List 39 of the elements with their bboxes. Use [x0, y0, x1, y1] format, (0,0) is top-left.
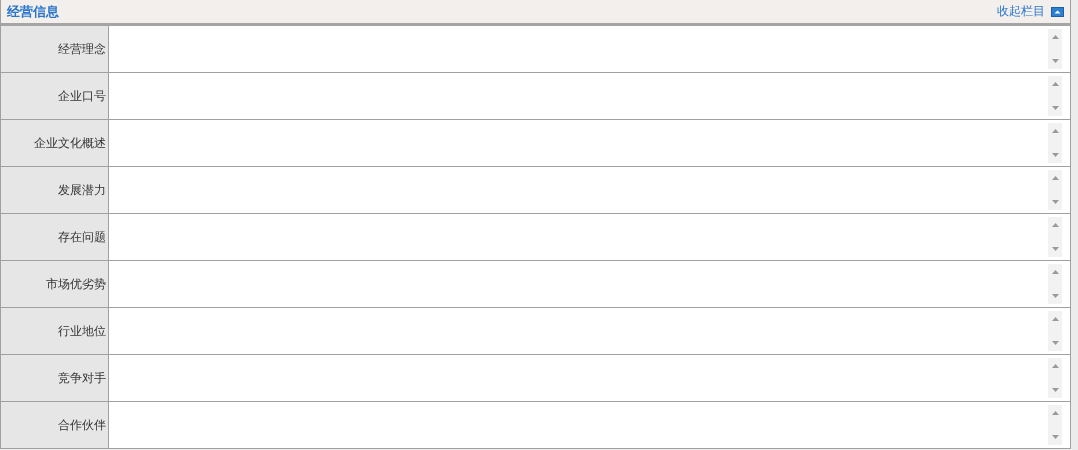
scroll-down-icon[interactable] [1051, 106, 1059, 110]
scroll-up-icon[interactable] [1051, 364, 1059, 368]
field-label: 发展潜力 [1, 167, 109, 213]
scroll-up-icon[interactable] [1051, 35, 1059, 39]
scroll-up-icon[interactable] [1051, 317, 1059, 321]
panel-title: 经营信息 [7, 2, 60, 21]
collapse-icon[interactable] [1051, 6, 1064, 17]
scroll-down-icon[interactable] [1051, 435, 1059, 439]
scroll-down-icon[interactable] [1051, 247, 1059, 251]
field-label: 企业口号 [1, 73, 109, 119]
field-label: 合作伙伴 [1, 402, 109, 448]
field-label: 竞争对手 [1, 355, 109, 401]
scroll-down-icon[interactable] [1051, 294, 1059, 298]
scrollbar[interactable] [1048, 405, 1062, 445]
scrollbar[interactable] [1048, 170, 1062, 210]
scroll-up-icon[interactable] [1051, 270, 1059, 274]
scrollbar[interactable] [1048, 76, 1062, 116]
scrollbar[interactable] [1048, 264, 1062, 304]
scrollbar[interactable] [1048, 123, 1062, 163]
scrollbar[interactable] [1048, 217, 1062, 257]
scroll-up-icon[interactable] [1051, 129, 1059, 133]
scroll-down-icon[interactable] [1051, 200, 1059, 204]
scroll-up-icon[interactable] [1051, 176, 1059, 180]
scroll-up-icon[interactable] [1051, 82, 1059, 86]
field-label: 经营理念 [1, 26, 109, 72]
scroll-down-icon[interactable] [1051, 388, 1059, 392]
scrollbar[interactable] [1048, 358, 1062, 398]
field-label: 存在问题 [1, 214, 109, 260]
collapse-link[interactable]: 收起栏目 [997, 3, 1045, 20]
field-label: 市场优劣势 [1, 261, 109, 307]
scroll-down-icon[interactable] [1051, 153, 1059, 157]
scroll-down-icon[interactable] [1051, 59, 1059, 63]
scrollbar[interactable] [1048, 29, 1062, 69]
field-label: 行业地位 [1, 308, 109, 354]
scroll-up-icon[interactable] [1051, 223, 1059, 227]
field-label: 企业文化概述 [1, 120, 109, 166]
scroll-up-icon[interactable] [1051, 411, 1059, 415]
scroll-down-icon[interactable] [1051, 341, 1059, 345]
scrollbar[interactable] [1048, 311, 1062, 351]
